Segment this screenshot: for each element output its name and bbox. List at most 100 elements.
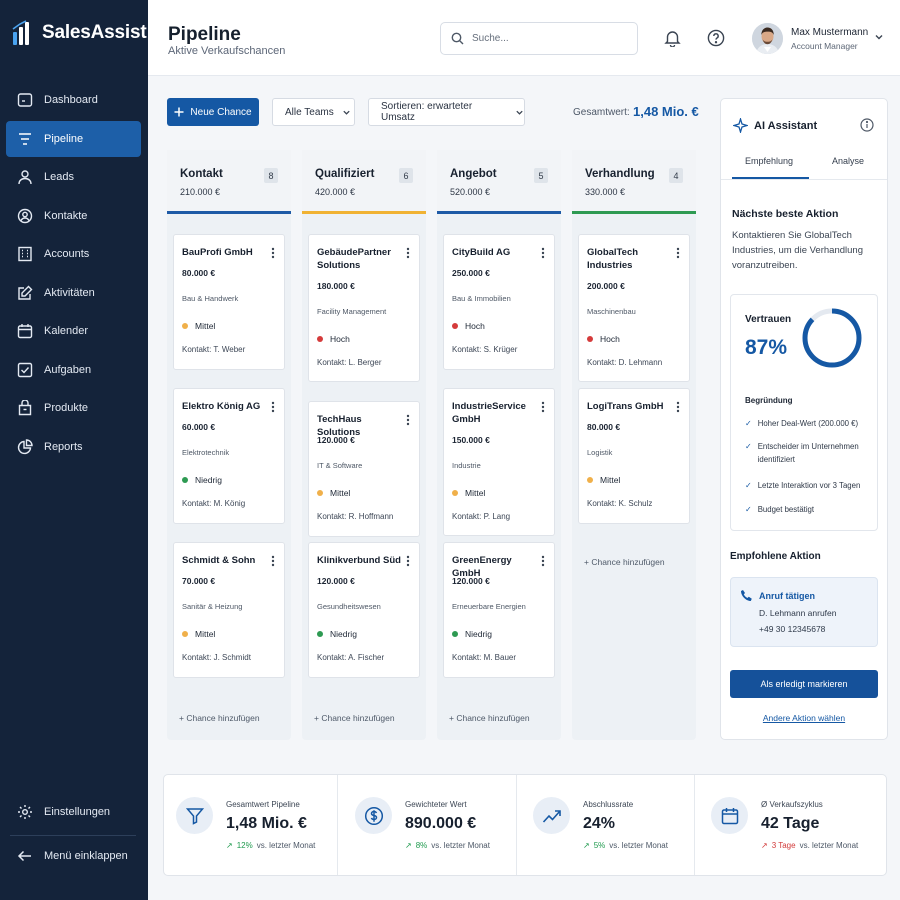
priority-dot xyxy=(317,631,323,637)
sidebar-item-reports[interactable]: Reports xyxy=(6,429,141,465)
more-vertical-icon[interactable] xyxy=(271,247,277,259)
deal-card[interactable]: IndustrieService GmbH 150.000 € Industrie M… xyxy=(443,388,555,536)
sidebar-item-label: Produkte xyxy=(44,402,89,414)
deal-industry: Facility Management xyxy=(317,307,387,316)
next-best-action-text: Kontaktieren Sie GlobalTech Industries, … xyxy=(732,230,863,271)
column-header: Angebot 520.000 € 5 xyxy=(437,150,561,214)
deal-card[interactable]: BauProfi GmbH 80.000 € Bau & Handwerk Mitte… xyxy=(173,234,285,370)
chevron-down-icon xyxy=(342,108,351,117)
plus-icon xyxy=(174,107,184,117)
sidebar-item-kalender[interactable]: Kalender xyxy=(6,313,141,349)
sidebar-item-pipeline[interactable]: Pipeline xyxy=(6,120,141,157)
sort-dropdown[interactable]: Sortieren: erwarteter Umsatz xyxy=(368,98,525,126)
next-best-action-title: Nächste beste Aktion xyxy=(732,208,839,220)
add-chance-link[interactable]: + Chance hinzufügen xyxy=(449,713,530,723)
sidebar-item-aufgaben[interactable]: Aufgaben xyxy=(6,352,141,388)
sidebar-collapse-button[interactable]: Menü einklappen xyxy=(6,838,141,874)
more-vertical-icon[interactable] xyxy=(541,247,547,259)
divider xyxy=(721,179,887,180)
priority-dot xyxy=(452,631,458,637)
recommended-action-title: Empfohlene Aktion xyxy=(730,551,821,562)
info-icon[interactable] xyxy=(860,118,874,132)
more-vertical-icon[interactable] xyxy=(271,555,277,567)
tab-analyse[interactable]: Analyse xyxy=(832,156,864,166)
more-vertical-icon[interactable] xyxy=(406,247,412,259)
deal-industry: Logistik xyxy=(587,448,613,457)
column-title: Qualifiziert xyxy=(315,168,375,180)
check-icon: ✓ xyxy=(745,419,752,428)
deal-card[interactable]: Elektro König AG 60.000 € Elektrotechnik Ni… xyxy=(173,388,285,524)
sidebar-item-accounts[interactable]: Accounts xyxy=(6,236,141,272)
deal-name: LogiTrans GmbH xyxy=(587,401,664,412)
other-action-link[interactable]: Andere Aktion wählen xyxy=(721,713,887,723)
avatar[interactable] xyxy=(752,23,783,54)
sidebar-item-leads[interactable]: Leads xyxy=(6,159,141,195)
deal-amount: 120.000 € xyxy=(317,576,355,586)
user-menu-chevron[interactable] xyxy=(874,32,884,42)
confidence-label: Vertrauen xyxy=(745,314,792,325)
priority-dot xyxy=(182,631,188,637)
search-input[interactable] xyxy=(472,33,622,44)
sidebar-collapse-label: Menü einklappen xyxy=(44,850,128,862)
mark-done-button[interactable]: Als erledigt markieren xyxy=(730,670,878,698)
sidebar-item-kontakte[interactable]: Kontakte xyxy=(6,198,141,234)
priority-label: Mittel xyxy=(330,488,351,498)
recommended-action-box[interactable]: Anruf tätigen D. Lehmann anrufen +49 30 … xyxy=(730,577,878,647)
add-chance-link[interactable]: + Chance hinzufügen xyxy=(314,713,395,723)
more-vertical-icon[interactable] xyxy=(271,401,277,413)
kpi-value: 1,48 Mio. € xyxy=(226,815,307,832)
sidebar-item-aktivitaeten[interactable]: Aktivitäten xyxy=(6,275,141,311)
priority-label: Mittel xyxy=(195,629,216,639)
deal-card[interactable]: Klinikverbund Süd 120.000 € Gesundheitswes… xyxy=(308,542,420,678)
deal-contact: Kontakt: A. Fischer xyxy=(317,653,385,662)
search-box[interactable] xyxy=(440,22,638,55)
more-vertical-icon[interactable] xyxy=(676,401,682,413)
team-filter-dropdown[interactable]: Alle Teams xyxy=(272,98,355,126)
priority-label: Niedrig xyxy=(330,629,357,639)
deal-card[interactable]: GlobalTech Industries 200.000 € Maschinenb… xyxy=(578,234,690,382)
deal-card[interactable]: CityBuild AG 250.000 € Bau & Immobilien Hoc… xyxy=(443,234,555,370)
deal-card[interactable]: GreenEnergy GmbH 120.000 € Erneuerbare Ene… xyxy=(443,542,555,678)
deal-card[interactable]: GebäudePartner Solutions 180.000 € Facilit… xyxy=(308,234,420,382)
sidebar-item-einstellungen[interactable]: Einstellungen xyxy=(6,794,141,830)
deal-card[interactable]: TechHaus Solutions 120.000 € IT & Software… xyxy=(308,401,420,537)
more-vertical-icon[interactable] xyxy=(541,401,547,413)
edit-icon xyxy=(16,284,33,301)
more-vertical-icon[interactable] xyxy=(406,414,412,426)
more-vertical-icon[interactable] xyxy=(676,247,682,259)
more-vertical-icon[interactable] xyxy=(406,555,412,567)
deal-contact: Kontakt: D. Lehmann xyxy=(587,358,663,367)
column-title: Verhandlung xyxy=(585,168,655,180)
top-header: Pipeline Aktive Verkaufschancen Max Must… xyxy=(148,0,900,76)
funnel-icon xyxy=(176,797,213,834)
deal-industry: Industrie xyxy=(452,461,481,470)
kpi-delta-value: 3 Tage xyxy=(771,841,796,850)
sidebar-item-produkte[interactable]: Produkte xyxy=(6,390,141,426)
app-logo[interactable]: SalesAssist xyxy=(12,20,147,46)
kpi-value: 42 Tage xyxy=(761,815,820,832)
pipeline-column: Kontakt 210.000 €8 BauProfi GmbH 80.000 € Ba… xyxy=(167,150,291,740)
deal-card[interactable]: Schmidt & Sohn 70.000 € Sanitär & Heizung M… xyxy=(173,542,285,678)
divider xyxy=(516,775,517,875)
priority-label: Mittel xyxy=(465,488,486,498)
priority-label: Mittel xyxy=(195,321,216,331)
help-button[interactable] xyxy=(706,28,726,48)
deal-priority: Hoch xyxy=(452,321,485,331)
more-vertical-icon[interactable] xyxy=(541,555,547,567)
kpi-card: Ø Verkaufszyklus 42 Tage ↗ 3 Tage vs. letz… xyxy=(699,775,877,875)
new-chance-button[interactable]: Neue Chance xyxy=(167,98,259,126)
notifications-button[interactable] xyxy=(662,28,682,48)
column-color-bar xyxy=(572,211,696,214)
calendar-icon xyxy=(711,797,748,834)
add-chance-link[interactable]: + Chance hinzufügen xyxy=(179,713,260,723)
sidebar-item-dashboard[interactable]: Dashboard xyxy=(6,82,141,118)
deal-card[interactable]: LogiTrans GmbH 80.000 € Logistik Mittel Kont… xyxy=(578,388,690,524)
add-chance-link[interactable]: + Chance hinzufügen xyxy=(584,557,665,567)
app-name: SalesAssist xyxy=(42,22,147,43)
column-title: Kontakt xyxy=(180,168,223,180)
kpi-value: 890.000 € xyxy=(405,815,477,832)
column-header: Kontakt 210.000 € 8 xyxy=(167,150,291,214)
pie-chart-icon xyxy=(16,438,33,455)
divider xyxy=(694,775,695,875)
tab-empfehlung[interactable]: Empfehlung xyxy=(745,156,793,166)
